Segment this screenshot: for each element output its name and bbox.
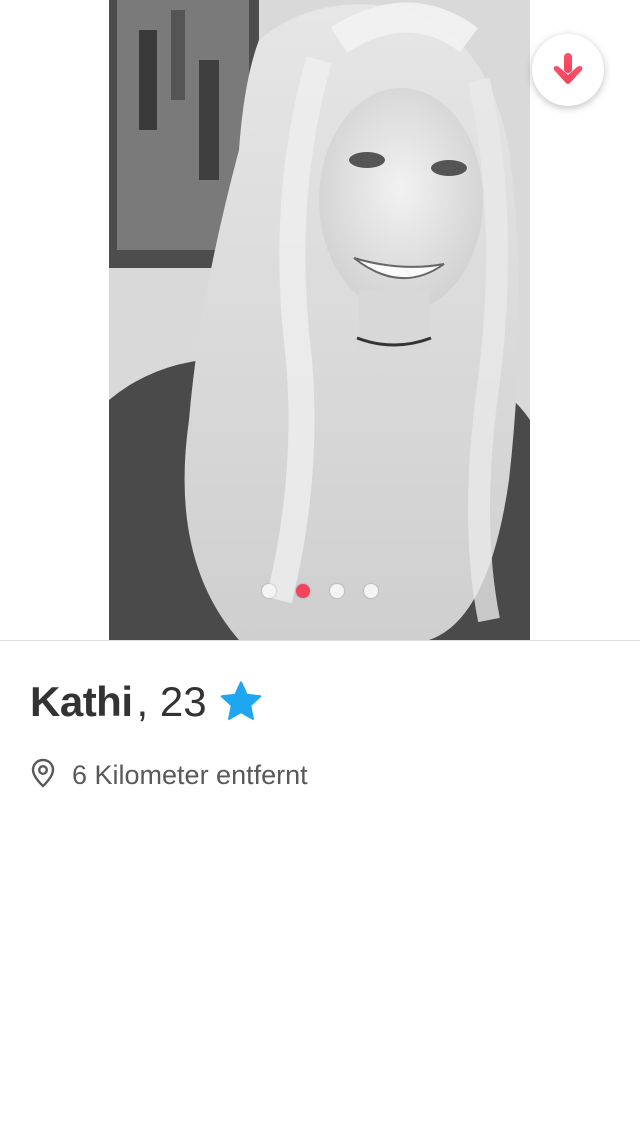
name-row: Kathi , 23: [30, 676, 610, 728]
collapse-profile-button[interactable]: [532, 34, 604, 106]
profile-screen: Kathi , 23 6 Kilometer entfernt: [0, 0, 640, 1136]
profile-photo-image: [109, 0, 530, 640]
star-icon: [219, 681, 263, 723]
photo-pagination[interactable]: [0, 584, 640, 598]
photo-area: [0, 0, 640, 640]
location-pin-icon: [30, 758, 56, 793]
photo-dot[interactable]: [364, 584, 378, 598]
profile-name: Kathi: [30, 678, 133, 725]
profile-photo[interactable]: [109, 0, 530, 640]
arrow-down-icon: [553, 53, 583, 84]
distance-text: 6 Kilometer entfernt: [72, 760, 308, 790]
photo-dot[interactable]: [262, 584, 276, 598]
distance-row: 6 Kilometer entfernt: [30, 758, 610, 793]
photo-dot[interactable]: [330, 584, 344, 598]
photo-dot-active[interactable]: [296, 584, 310, 598]
profile-info: Kathi , 23 6 Kilometer entfernt: [30, 676, 610, 793]
divider: [0, 640, 640, 641]
profile-age: , 23: [136, 678, 207, 725]
